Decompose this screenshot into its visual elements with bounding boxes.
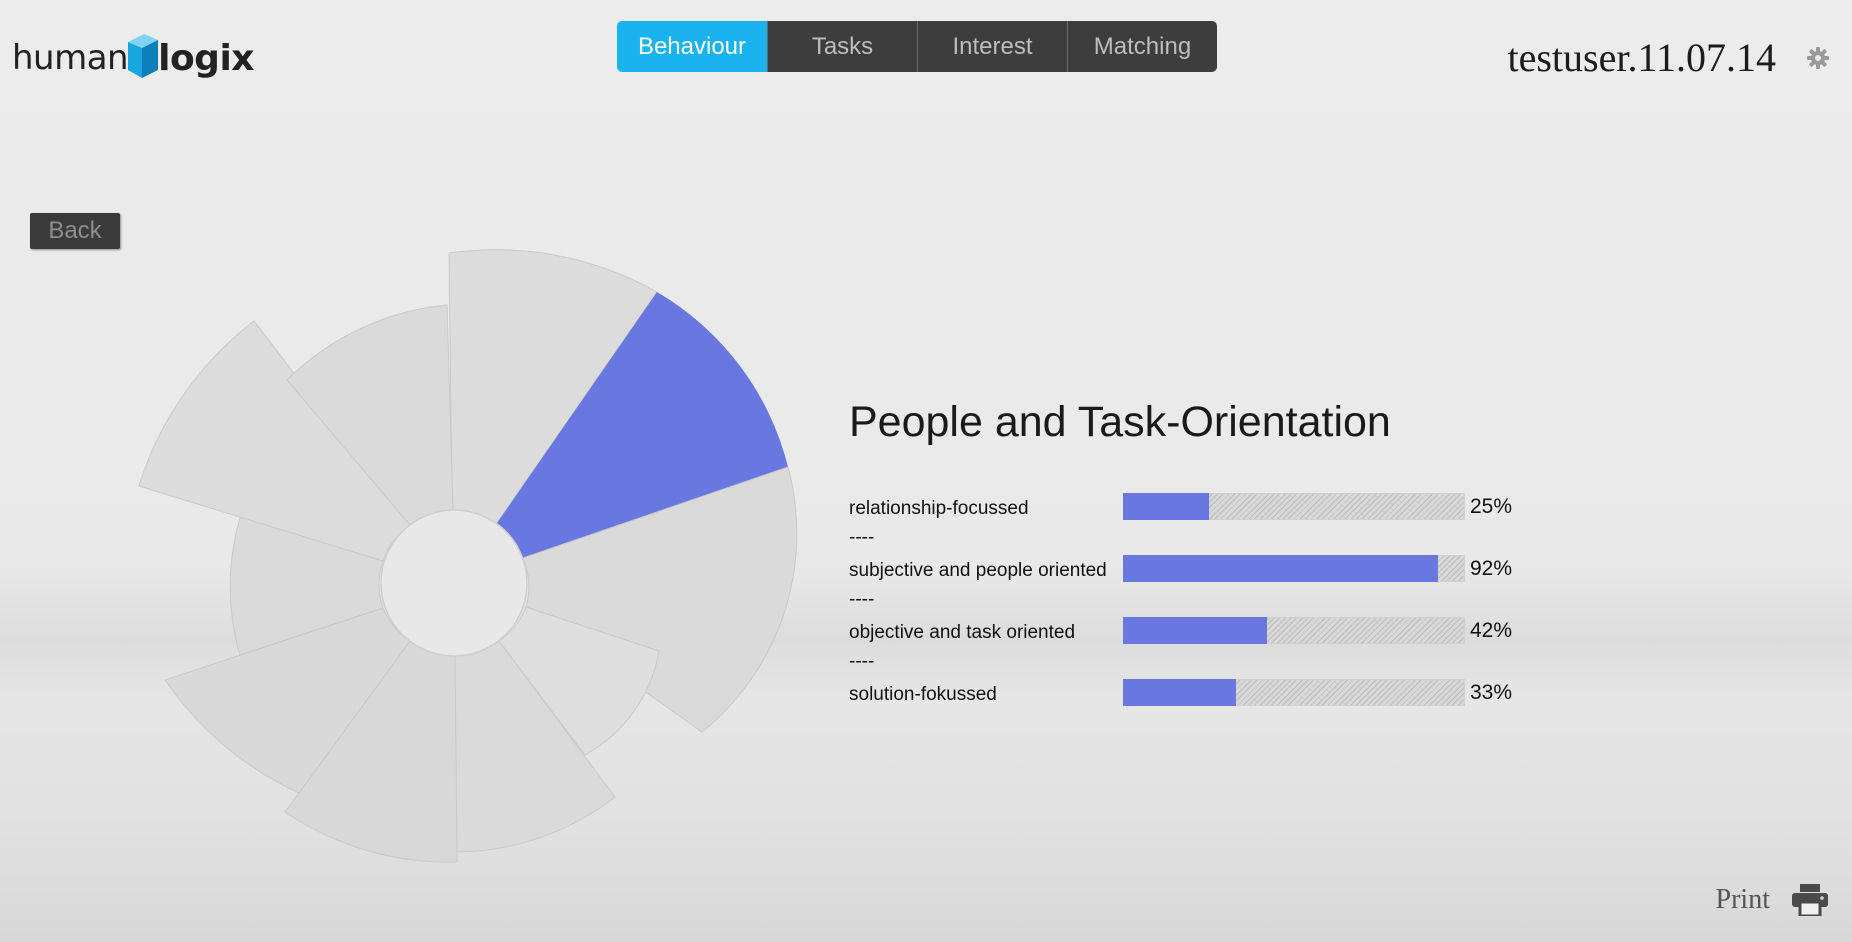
main-tabs: Behaviour Tasks Interest Matching <box>617 21 1217 72</box>
metric-row: solution-fokussed 33% <box>849 679 1549 707</box>
metric-row: objective and task oriented 42% <box>849 617 1549 645</box>
metric-bar-track <box>1123 679 1465 706</box>
metric-row: relationship-focussed 25% <box>849 493 1549 521</box>
tab-interest[interactable]: Interest <box>917 21 1067 72</box>
gear-icon[interactable] <box>1806 46 1830 70</box>
metric-bar-fill <box>1123 679 1236 706</box>
metrics-list: relationship-focussed 25% ---- subjectiv… <box>849 493 1549 707</box>
metric-value: 25% <box>1470 495 1513 518</box>
logo-text-human: human <box>12 38 129 78</box>
metric-bar-fill <box>1123 555 1438 582</box>
metric-label: solution-fokussed <box>849 684 997 705</box>
metric-bar-fill <box>1123 617 1267 644</box>
humanlogix-logo: human logix <box>12 26 255 86</box>
metric-bar-track <box>1123 493 1465 520</box>
tab-matching[interactable]: Matching <box>1067 21 1217 72</box>
metric-bar-fill <box>1123 493 1209 520</box>
rose-center-disc <box>380 509 528 657</box>
print-label: Print <box>1715 884 1770 915</box>
printer-icon <box>1792 884 1828 916</box>
orientation-rose-chart <box>138 249 798 863</box>
tab-tasks[interactable]: Tasks <box>767 21 917 72</box>
metric-row: subjective and people oriented 92% <box>849 555 1549 583</box>
metric-label: relationship-focussed <box>849 498 1029 519</box>
logo-text-logix: logix <box>158 37 255 79</box>
metric-value: 92% <box>1470 557 1513 580</box>
print-button[interactable]: Print <box>1716 884 1828 916</box>
metric-value: 33% <box>1470 681 1513 704</box>
metric-separator: ---- <box>849 527 875 548</box>
metric-separator: ---- <box>849 589 875 610</box>
tab-behaviour[interactable]: Behaviour <box>617 21 767 72</box>
panel-title: People and Task-Orientation <box>849 398 1391 446</box>
metric-bar-track <box>1123 555 1465 582</box>
metric-bar-track <box>1123 617 1465 644</box>
username-label: testuser.11.07.14 <box>1507 35 1777 80</box>
metric-separator: ---- <box>849 651 875 672</box>
metric-label: subjective and people oriented <box>849 560 1107 581</box>
logo-cube-icon <box>128 34 159 78</box>
metric-value: 42% <box>1470 619 1513 642</box>
metric-label: objective and task oriented <box>849 622 1076 643</box>
